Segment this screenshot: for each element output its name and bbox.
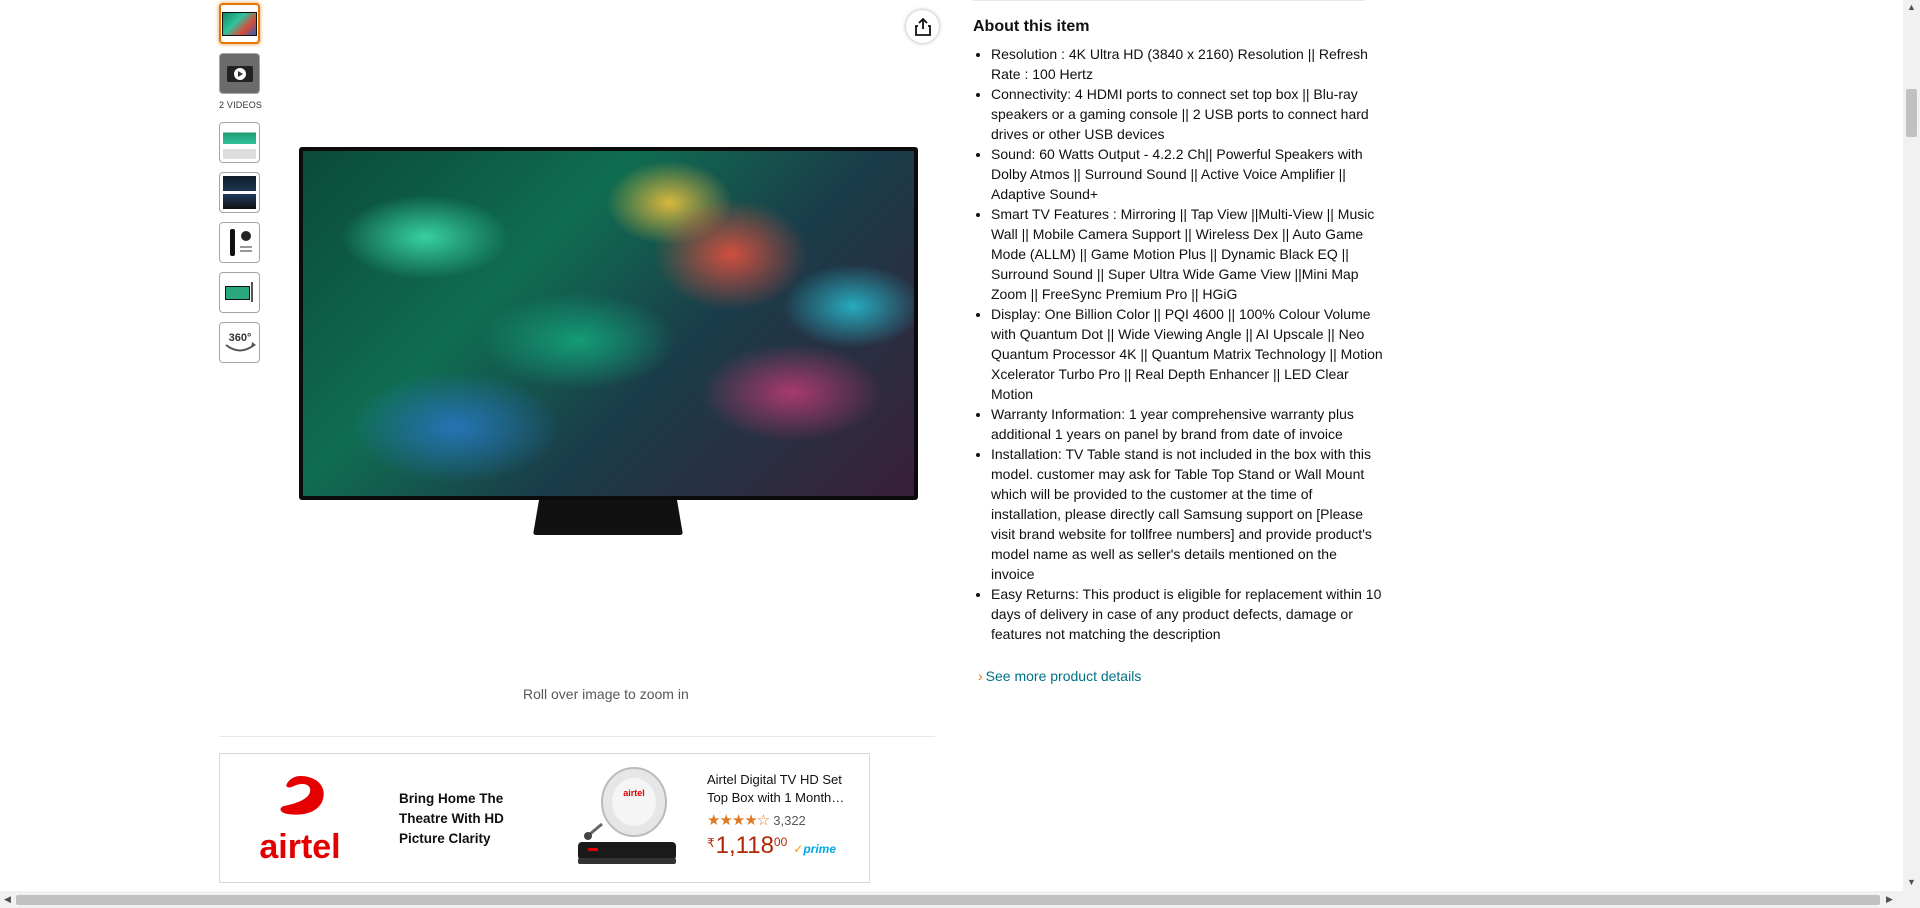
- feature-bullet: Easy Returns: This product is eligible f…: [991, 584, 1383, 644]
- share-icon: [914, 17, 931, 36]
- feature-bullet: Display: One Billion Color || PQI 4600 |…: [991, 304, 1383, 404]
- thumbnail-video[interactable]: [219, 53, 260, 94]
- gallery-divider: [219, 736, 935, 737]
- main-product-image[interactable]: [299, 147, 918, 500]
- dish-brand-text: airtel: [623, 788, 645, 798]
- scroll-down-arrow-icon[interactable]: ▼: [1907, 877, 1916, 887]
- thumbnail-360-view[interactable]: 360°: [219, 322, 260, 363]
- prime-label: prime: [803, 842, 837, 856]
- tv-stand: [533, 500, 683, 535]
- feature-bullet: Smart TV Features : Mirroring || Tap Vie…: [991, 204, 1383, 304]
- tv-screen: [303, 151, 914, 496]
- ad-tagline: Bring Home The Theatre With HD Picture C…: [399, 791, 504, 846]
- about-title: About this item: [973, 18, 1090, 35]
- thumbnail-tv-stand[interactable]: [219, 272, 260, 313]
- prime-badge: ✓prime: [793, 842, 836, 856]
- feature-bullet: Resolution : 4K Ultra HD (3840 x 2160) R…: [991, 44, 1383, 84]
- about-top-divider: [973, 0, 1365, 1]
- see-more-details-link[interactable]: › See more product details: [978, 668, 1141, 684]
- tv-thumbnail-icon: [225, 282, 253, 302]
- scroll-up-arrow-icon[interactable]: ▲: [1907, 2, 1916, 12]
- scroll-left-arrow-icon[interactable]: ◀: [4, 894, 11, 905]
- price-symbol: ₹: [707, 836, 715, 850]
- horizontal-scrollbar[interactable]: ◀ ▶: [0, 891, 1903, 908]
- airtel-wordmark: airtel: [259, 828, 340, 866]
- feature-bullet: Sound: 60 Watts Output - 4.2.2 Ch|| Powe…: [991, 144, 1383, 204]
- remote-icon: [230, 229, 252, 256]
- vertical-scroll-thumb[interactable]: [1906, 89, 1917, 137]
- feature-bullet: Connectivity: 4 HDMI ports to connect se…: [991, 84, 1383, 144]
- star-rating-icon: ★★★★☆: [707, 812, 770, 829]
- thumbnail-image: [223, 176, 256, 209]
- price-fraction: 00: [773, 835, 788, 849]
- chevron-right-icon: ›: [978, 668, 983, 684]
- zoom-hint: Roll over image to zoom in: [523, 686, 689, 702]
- feature-bullet: Installation: TV Table stand is not incl…: [991, 444, 1383, 584]
- feature-bullet: Warranty Information: 1 year comprehensi…: [991, 404, 1383, 444]
- price-whole: 1,118: [715, 832, 774, 859]
- thumb-360-text: 360°: [228, 332, 251, 344]
- thumbnail-tv-features[interactable]: [219, 172, 260, 213]
- see-more-label: See more product details: [985, 668, 1142, 684]
- vertical-scrollbar[interactable]: ▲ ▼: [1903, 0, 1920, 908]
- thumbnail-image: [222, 11, 257, 36]
- prime-check-icon: ✓: [793, 842, 804, 856]
- thumbnail-remote-and-accessory[interactable]: [219, 222, 260, 263]
- ad-rating[interactable]: ★★★★☆ 3,322: [707, 811, 806, 829]
- horizontal-scroll-thumb[interactable]: [16, 895, 1880, 905]
- rating-count: 3,322: [773, 812, 806, 828]
- share-button[interactable]: [906, 10, 939, 43]
- scroll-right-arrow-icon[interactable]: ▶: [1886, 894, 1893, 905]
- thumbnail-tv-front[interactable]: [219, 3, 260, 44]
- ad-product-title[interactable]: Airtel Digital TV HD Set Top Box with 1 …: [707, 771, 859, 807]
- about-bullets: Resolution : 4K Ultra HD (3840 x 2160) R…: [973, 44, 1383, 644]
- rotate-360-icon: 360°: [224, 332, 256, 351]
- videos-count-label: 2 VIDEOS: [219, 100, 263, 110]
- thumbnail-tv-infographic[interactable]: [219, 122, 260, 163]
- sponsored-ad-banner[interactable]: airtel Bring Home The Theatre With HD Pi…: [219, 753, 870, 883]
- set-top-box-image: airtel: [578, 767, 676, 864]
- airtel-logo: airtel: [259, 776, 341, 866]
- ad-price: ₹ 1,118 00 ✓prime: [707, 832, 836, 860]
- play-icon: [226, 65, 253, 82]
- thumbnail-image: [223, 126, 256, 159]
